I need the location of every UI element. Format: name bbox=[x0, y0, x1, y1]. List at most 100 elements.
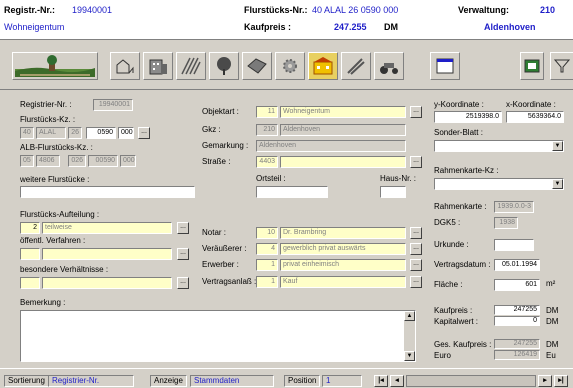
y-koord-field[interactable]: 2519398.0 bbox=[434, 111, 502, 123]
notar-lookup-button[interactable]: ... bbox=[410, 227, 422, 239]
vertragsanlass-code-field[interactable]: 1 bbox=[256, 276, 278, 288]
last-record-button[interactable]: ▸| bbox=[554, 375, 568, 387]
scroll-up-icon[interactable]: ▲ bbox=[404, 311, 415, 321]
hausnr-field[interactable] bbox=[380, 186, 406, 198]
aufteilung-value-field[interactable]: teilweise bbox=[42, 222, 172, 234]
dgk5-label: DGK5 : bbox=[434, 218, 461, 227]
sonderblatt-select[interactable] bbox=[434, 140, 564, 152]
fkz-flur-field[interactable]: 26 bbox=[68, 127, 82, 139]
sonderblatt-dropdown-icon[interactable]: ▼ bbox=[552, 141, 563, 151]
notar-value-field[interactable]: Dr. Brambring bbox=[280, 227, 406, 239]
verhaeltnisse-value-field[interactable] bbox=[42, 277, 172, 289]
bemerkung-label: Bemerkung : bbox=[20, 298, 66, 307]
verwaltung-label: Verwaltung: bbox=[458, 5, 510, 15]
verfahren-lookup-button[interactable]: ... bbox=[177, 248, 189, 260]
aufteilung-lookup-button[interactable]: ... bbox=[177, 222, 189, 234]
plot-button[interactable] bbox=[242, 52, 272, 80]
tractor-button[interactable] bbox=[374, 52, 404, 80]
veraeusserer-value-field[interactable]: gewerblich privat auswärts bbox=[280, 243, 406, 255]
record-header: Registr.-Nr.: 19940001 Wohneigentum Flur… bbox=[0, 0, 573, 40]
kaufpreis-label: Kaufpreis : bbox=[244, 22, 292, 32]
flurstuecks-kz-label: Flurstücks-Kz. : bbox=[20, 115, 76, 124]
vertragsanlass-lookup-button[interactable]: ... bbox=[410, 276, 422, 288]
fkz-land-field[interactable]: 40 bbox=[20, 127, 34, 139]
fkz-lookup-button[interactable]: ... bbox=[138, 127, 150, 139]
alb-flur-field[interactable]: 026 bbox=[68, 155, 86, 167]
field-button[interactable] bbox=[176, 52, 206, 80]
sortierung-value[interactable]: Registrier-Nr. bbox=[48, 375, 134, 387]
veraeusserer-code-field[interactable]: 4 bbox=[256, 243, 278, 255]
ges-kaufpreis-field[interactable]: 247255 bbox=[494, 339, 540, 349]
x-koord-label: x-Koordinate : bbox=[506, 100, 556, 109]
landscape-button[interactable] bbox=[12, 52, 98, 80]
rahmenkarte-kz-label: Rahmenkarte-Kz : bbox=[434, 166, 499, 175]
position-value[interactable]: 1 bbox=[322, 375, 362, 387]
verfahren-value-field[interactable] bbox=[42, 248, 172, 260]
first-record-button[interactable]: |◂ bbox=[374, 375, 388, 387]
fkz-gemarkung-field[interactable]: ALAL bbox=[36, 127, 66, 139]
alb-zaehler-field[interactable]: 00590 bbox=[88, 155, 118, 167]
prev-record-button[interactable]: ◂ bbox=[390, 375, 404, 387]
y-koord-label: y-Koordinate : bbox=[434, 100, 484, 109]
erwerber-lookup-button[interactable]: ... bbox=[410, 259, 422, 271]
crops-button[interactable] bbox=[341, 52, 371, 80]
rahmenkarte-kz-select[interactable] bbox=[434, 178, 564, 190]
registrier-field[interactable]: 19940001 bbox=[93, 99, 133, 111]
next-record-button[interactable]: ▸ bbox=[538, 375, 552, 387]
strasse-code-field[interactable]: 4403 bbox=[256, 156, 278, 168]
registr-label: Registr.-Nr.: bbox=[4, 5, 56, 15]
chart-house-button[interactable] bbox=[110, 52, 140, 80]
objektart-code-field[interactable]: 11 bbox=[256, 106, 278, 118]
window-button[interactable] bbox=[430, 52, 460, 80]
bemerkung-textarea[interactable] bbox=[20, 310, 416, 362]
bemerkung-scrollbar[interactable]: ▲ ▼ bbox=[404, 311, 415, 361]
aufteilung-label: Flurstücks-Aufteilung : bbox=[20, 210, 100, 219]
landscape-icon bbox=[15, 55, 95, 77]
erwerber-code-field[interactable]: 1 bbox=[256, 259, 278, 271]
gkz-code-field[interactable]: 210 bbox=[256, 124, 278, 136]
alb-nenner-field[interactable]: 000 bbox=[120, 155, 136, 167]
flaeche-field[interactable]: 601 bbox=[494, 279, 540, 291]
anzeige-value[interactable]: Stammdaten bbox=[190, 375, 274, 387]
rahmenkarte-field[interactable]: 1939.0.0-3 bbox=[494, 201, 534, 213]
strasse-value-field[interactable] bbox=[280, 156, 406, 168]
aufteilung-code-field[interactable]: 2 bbox=[20, 222, 40, 234]
filter-button[interactable] bbox=[550, 52, 573, 80]
notar-code-field[interactable]: 10 bbox=[256, 227, 278, 239]
village-button[interactable] bbox=[308, 52, 338, 80]
alb-gemarkung-field[interactable]: 4806 bbox=[36, 155, 60, 167]
strasse-lookup-button[interactable]: ... bbox=[410, 156, 422, 168]
vertragsdatum-field[interactable]: 05.01.1994 bbox=[494, 259, 540, 271]
objektart-value-field[interactable]: Wohneigentum bbox=[280, 106, 406, 118]
ortsteil-field[interactable] bbox=[256, 186, 328, 198]
urkunde-field[interactable] bbox=[494, 239, 534, 251]
vertragsanlass-value-field[interactable]: Kauf bbox=[280, 276, 406, 288]
settings-button[interactable] bbox=[275, 52, 305, 80]
x-koord-field[interactable]: 5639364.0 bbox=[506, 111, 564, 123]
picture-button[interactable] bbox=[520, 52, 544, 80]
kapitalwert-field[interactable]: 0 bbox=[494, 316, 540, 326]
tree-button[interactable] bbox=[209, 52, 239, 80]
verfahren-code-field[interactable] bbox=[20, 248, 40, 260]
alb-land-field[interactable]: 05 bbox=[20, 155, 34, 167]
objektart-lookup-button[interactable]: ... bbox=[410, 106, 422, 118]
record-scrollbar[interactable] bbox=[406, 375, 536, 387]
ges-kaufpreis-unit-dm: DM bbox=[546, 340, 559, 349]
dgk5-field[interactable]: 1938 bbox=[494, 217, 518, 229]
veraeusserer-lookup-button[interactable]: ... bbox=[410, 243, 422, 255]
gkz-value-field[interactable]: Aldenhoven bbox=[280, 124, 406, 136]
gkz-label: Gkz : bbox=[202, 125, 221, 134]
gemarkung-field[interactable]: Aldenhoven bbox=[256, 140, 406, 152]
erwerber-value-field[interactable]: privat einheimisch bbox=[280, 259, 406, 271]
tractor-icon bbox=[380, 63, 398, 74]
rahmenkarte-kz-dropdown-icon[interactable]: ▼ bbox=[552, 179, 563, 189]
verhaeltnisse-code-field[interactable] bbox=[20, 277, 40, 289]
kaufpreis-field[interactable]: 247255 bbox=[494, 305, 540, 315]
euro-field[interactable]: 126419 bbox=[494, 350, 540, 360]
fkz-zaehler-field[interactable]: 0590 bbox=[86, 127, 116, 139]
weitere-flurstuecke-field[interactable] bbox=[20, 186, 195, 198]
building-button[interactable] bbox=[143, 52, 173, 80]
scroll-down-icon[interactable]: ▼ bbox=[404, 351, 415, 361]
verhaeltnisse-lookup-button[interactable]: ... bbox=[177, 277, 189, 289]
fkz-nenner-field[interactable]: 000 bbox=[118, 127, 134, 139]
